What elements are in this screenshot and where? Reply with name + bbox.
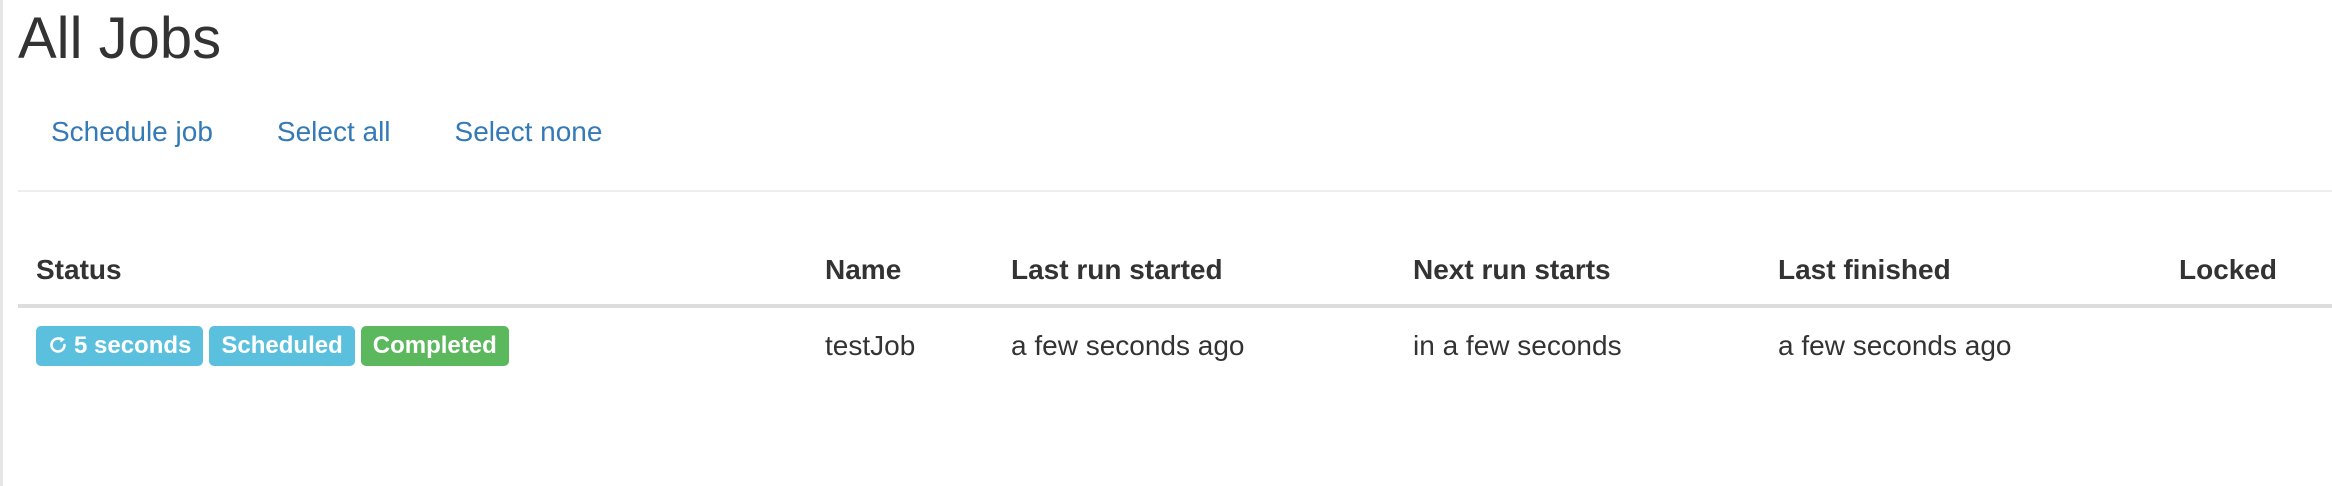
column-header-last-finished[interactable]: Last finished (1760, 236, 2161, 308)
select-none-link[interactable]: Select none (455, 112, 603, 152)
locked-cell (2161, 306, 2332, 384)
completed-badge: Completed (360, 326, 509, 366)
column-header-status[interactable]: Status (18, 236, 807, 308)
last-run-started-cell: a few seconds ago (1011, 330, 1245, 361)
refresh-icon (48, 335, 68, 355)
select-all-link[interactable]: Select all (277, 112, 391, 152)
column-header-locked[interactable]: Locked (2161, 236, 2332, 308)
column-header-next-run-starts[interactable]: Next run starts (1395, 236, 1760, 308)
table-header-row: Status Name Last run started Next run st… (18, 236, 2332, 308)
page-title: All Jobs (18, 6, 222, 71)
column-header-last-run-started[interactable]: Last run started (993, 236, 1395, 308)
job-actions-bar: Schedule job Select all Select none (51, 112, 666, 152)
repeat-interval-text: 5 seconds (74, 332, 192, 359)
next-run-starts-cell: in a few seconds (1413, 330, 1622, 361)
page: All Jobs Schedule job Select all Select … (0, 0, 2332, 486)
jobs-table: Status Name Last run started Next run st… (18, 236, 2332, 384)
schedule-job-link[interactable]: Schedule job (51, 112, 213, 152)
scheduled-badge: Scheduled (209, 326, 355, 366)
last-finished-cell: a few seconds ago (1778, 330, 2012, 361)
repeat-interval-badge: 5 seconds (36, 326, 204, 366)
column-header-name[interactable]: Name (807, 236, 993, 308)
job-name-cell: testJob (825, 330, 916, 361)
status-cell: 5 seconds Scheduled Completed (18, 306, 807, 384)
table-row[interactable]: 5 seconds Scheduled Completed testJob a fe… (18, 306, 2332, 384)
divider (18, 190, 2332, 192)
